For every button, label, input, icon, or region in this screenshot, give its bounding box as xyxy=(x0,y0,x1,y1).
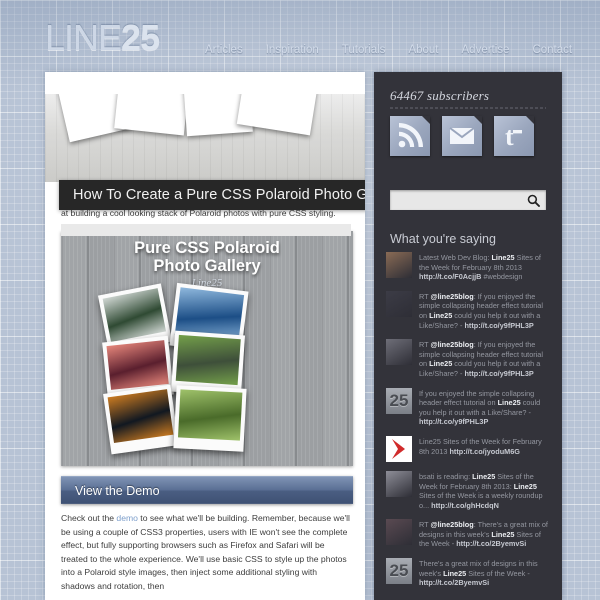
search-input[interactable] xyxy=(390,195,527,205)
chevron-right-icon xyxy=(392,438,405,459)
subscriber-count: 64467 subscribers xyxy=(390,88,490,103)
avatar xyxy=(386,252,412,278)
featured-title: Pure CSS Polaroid Photo Gallery xyxy=(61,239,353,275)
view-demo-label: View the Demo xyxy=(75,483,160,498)
site-logo[interactable]: LINE25 xyxy=(45,17,160,58)
tweet-link[interactable]: http://t.co/y9fPHL3P xyxy=(419,417,488,426)
nav-item-tutorials[interactable]: Tutorials xyxy=(342,44,386,56)
featured-title-line2: Photo Gallery xyxy=(153,257,261,275)
tweet-item[interactable]: 25 There's a great mix of designs in this… xyxy=(386,558,552,588)
body-text-after-link: to see what we'll be building. Remember,… xyxy=(61,513,350,591)
search-icon[interactable] xyxy=(527,194,540,207)
nav-item-articles[interactable]: Articles xyxy=(205,44,243,56)
social-icons: t xyxy=(390,116,534,156)
nav-item-inspiration[interactable]: Inspiration xyxy=(266,44,319,56)
polaroid-meadow[interactable] xyxy=(173,385,247,452)
tweet-item[interactable]: RT @line25blog: There's a great mix of d… xyxy=(386,519,552,549)
tweet-link[interactable]: http://t.co/ghHcdqN xyxy=(431,501,499,510)
article-body-paragraph: Check out the demo to see what we'll be … xyxy=(61,512,353,594)
polaroid-photo xyxy=(102,288,167,343)
nav-item-contact[interactable]: Contact xyxy=(532,44,572,56)
email-icon[interactable] xyxy=(442,116,482,156)
tweet-item[interactable]: RT @line25blog: If you enjoyed the simpl… xyxy=(386,290,552,330)
polaroid-photo xyxy=(175,334,241,386)
tweet-text: RT @line25blog: There's a great mix of d… xyxy=(419,520,548,549)
sidebar: 64467 subscribers t What you're saying L… xyxy=(374,72,562,600)
tweet-link[interactable]: http://t.co/2ByemvSi xyxy=(419,578,489,587)
polaroid-photo xyxy=(107,389,174,443)
envelope-glyph xyxy=(449,127,475,144)
tweet-item[interactable]: 25 If you enjoyed the simple collapsing h… xyxy=(386,387,552,427)
tweet-link[interactable]: http://t.co/y9fPHL3P xyxy=(464,369,533,378)
search-box[interactable] xyxy=(390,190,546,210)
polaroid-horizon[interactable] xyxy=(103,384,179,455)
avatar xyxy=(386,290,412,317)
tweet-text: RT @line25blog: If you enjoyed the simpl… xyxy=(419,340,543,378)
main-content-column: How To Create a Pure CSS Polaroid Photo … xyxy=(45,72,365,600)
polaroid-photo xyxy=(177,389,243,441)
twitter-icon[interactable]: t xyxy=(494,116,534,156)
tweet-link[interactable]: http://t.co/2ByemvSi xyxy=(456,539,526,548)
rss-icon[interactable] xyxy=(390,116,430,156)
page-title: How To Create a Pure CSS Polaroid Photo … xyxy=(73,187,365,203)
tweet-item[interactable]: Line25 Sites of the Week for February 8t… xyxy=(386,435,552,462)
article-title-bar[interactable]: How To Create a Pure CSS Polaroid Photo … xyxy=(59,180,365,210)
magnifier-glyph xyxy=(527,194,540,207)
featured-title-line1: Pure CSS Polaroid xyxy=(134,239,280,257)
tweet-text: bsati is reading: Line25 Sites of the We… xyxy=(419,471,543,510)
main-navigation: Articles Inspiration Tutorials About Adv… xyxy=(205,44,572,56)
hero-polaroid-2 xyxy=(114,94,190,136)
avatar xyxy=(386,339,412,366)
featured-image[interactable]: Pure CSS Polaroid Photo Gallery Line25 xyxy=(61,231,353,466)
tweet-list: Latest Web Dev Blog: Line25 Sites of the… xyxy=(386,252,552,597)
nav-item-about[interactable]: About xyxy=(408,44,438,56)
article-meta-placeholder xyxy=(61,224,351,236)
demo-inline-link[interactable]: demo xyxy=(116,513,138,523)
avatar xyxy=(386,519,412,546)
article-hero-image xyxy=(45,94,365,182)
twitter-bird-glyph: t xyxy=(505,123,522,149)
tweet-item[interactable]: bsati is reading: Line25 Sites of the We… xyxy=(386,470,552,510)
tweet-link[interactable]: http://t.co/jyoduM6G xyxy=(449,447,520,456)
tweet-text: Line25 Sites of the Week for February 8t… xyxy=(419,436,542,456)
site-header: LINE25 Articles Inspiration Tutorials Ab… xyxy=(0,0,600,72)
polaroid-photo xyxy=(106,340,169,390)
svg-text:t: t xyxy=(505,123,514,149)
tweet-text: Latest Web Dev Blog: Line25 Sites of the… xyxy=(419,253,541,282)
tweet-link[interactable]: http://t.co/y9fPHL3P xyxy=(464,321,533,330)
avatar-line25-badge: 25 xyxy=(386,558,412,585)
tweet-text: RT @line25blog: If you enjoyed the simpl… xyxy=(419,291,543,330)
sidebar-divider xyxy=(390,107,546,109)
body-text-before-link: Check out the xyxy=(61,513,117,523)
tweet-item[interactable]: RT @line25blog: If you enjoyed the simpl… xyxy=(386,339,552,378)
tweet-text: There's a great mix of designs in this w… xyxy=(419,559,538,588)
avatar-line25-badge: 25 xyxy=(386,387,412,414)
nav-item-advertise[interactable]: Advertise xyxy=(462,44,510,56)
tweet-item[interactable]: Latest Web Dev Blog: Line25 Sites of the… xyxy=(386,252,552,282)
tweet-link[interactable]: http://t.co/F0AcjjB xyxy=(419,272,481,281)
view-demo-button[interactable]: View the Demo xyxy=(61,476,353,504)
logo-text-bold: 25 xyxy=(121,17,160,58)
rss-glyph xyxy=(398,123,423,148)
logo-text-thin: LINE xyxy=(45,17,122,58)
tweet-text: If you enjoyed the simple collapsing hea… xyxy=(419,388,541,427)
avatar-chevron-icon xyxy=(386,435,412,462)
avatar xyxy=(386,470,412,497)
what-youre-saying-heading: What you're saying xyxy=(390,232,496,246)
